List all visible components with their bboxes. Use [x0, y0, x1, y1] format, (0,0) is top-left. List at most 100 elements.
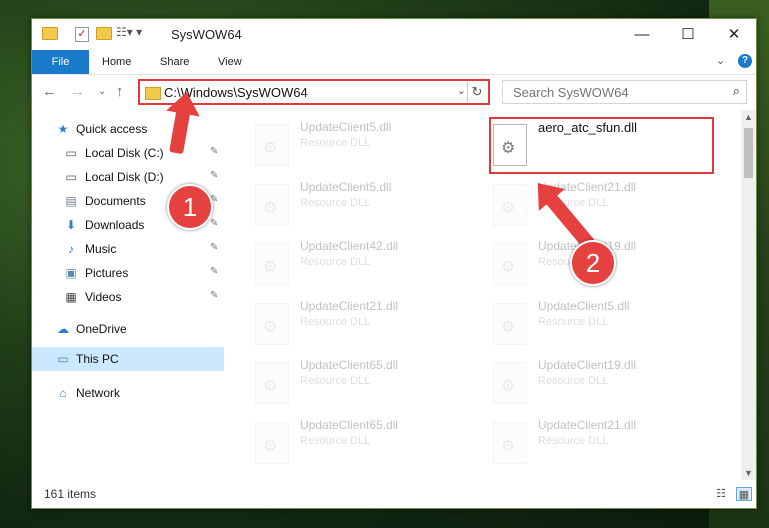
expand-ribbon-chevron-icon[interactable]: ⌄ — [716, 54, 725, 67]
sidebar-item-label: Videos — [85, 290, 122, 304]
item-count: 161 items — [44, 487, 97, 501]
file-type: Resource DLL — [538, 375, 609, 387]
dll-file-icon — [493, 124, 527, 166]
large-icons-view-icon[interactable]: ▦ — [736, 487, 752, 501]
file-name: aero_atc_sfun.dll — [538, 120, 638, 135]
network-icon: ⌂ — [59, 386, 67, 400]
sidebar-item-label: Network — [76, 386, 121, 400]
back-arrow-icon[interactable]: ← — [42, 83, 57, 100]
status-bar: 161 items ☷ ▦ — [32, 484, 756, 508]
list-item[interactable]: UpdateClient42.dll Resource DLL — [255, 239, 485, 291]
file-type: Resource DLL — [538, 435, 609, 447]
computer-icon: ▭ — [57, 352, 69, 366]
list-item[interactable]: UpdateClient5.dll Resource DLL — [493, 299, 723, 351]
folder-icon — [42, 27, 58, 40]
step-badge-2: 2 — [570, 240, 616, 286]
dll-file-icon — [255, 243, 289, 285]
sidebar-item-local-disk-c[interactable]: ▭ Local Disk (C:) ✎ — [32, 142, 224, 164]
up-arrow-icon[interactable]: ↑ — [116, 83, 124, 100]
help-icon[interactable]: ? — [738, 54, 752, 68]
file-name: UpdateClient5.dll — [300, 180, 392, 194]
maximize-button[interactable]: ☐ — [665, 19, 711, 50]
pin-icon[interactable]: ✎ — [210, 290, 218, 301]
list-item[interactable]: UpdateClient5.dll Resource DLL — [255, 120, 485, 172]
customize-toolbar-icon[interactable]: ☷▾ ▾ — [116, 25, 142, 39]
new-folder-icon[interactable] — [96, 27, 112, 40]
scroll-thumb[interactable] — [744, 128, 753, 178]
sidebar-item-music[interactable]: ♪ Music ✎ — [32, 238, 224, 260]
dll-file-icon — [493, 184, 527, 226]
documents-icon: ▤ — [65, 194, 77, 208]
sidebar-item-label: Local Disk (D:) — [85, 170, 164, 184]
window-title: SysWOW64 — [171, 27, 242, 42]
list-item-highlighted[interactable]: aero_atc_sfun.dll — [493, 120, 723, 172]
close-button[interactable]: ✕ — [711, 19, 756, 50]
step-badge-1: 1 — [167, 184, 213, 230]
sidebar-item-pictures[interactable]: ▣ Pictures ✎ — [32, 262, 224, 284]
file-name: UpdateClient65.dll — [300, 418, 399, 432]
dll-file-icon — [493, 243, 527, 285]
sidebar-item-label: Downloads — [85, 218, 145, 232]
tab-share[interactable]: Share — [160, 50, 189, 74]
list-item[interactable]: UpdateClient21.dll Resource DLL — [255, 299, 485, 351]
details-view-icon[interactable]: ☷ — [714, 487, 728, 500]
file-name: UpdateClient65.dll — [300, 358, 399, 372]
list-item[interactable]: UpdateClient5.dll Resource DLL — [255, 180, 485, 232]
file-name: UpdateClient21.dll — [538, 418, 637, 432]
list-item[interactable]: UpdateClient65.dll Resource DLL — [255, 418, 485, 470]
folder-icon — [145, 87, 161, 100]
file-name: UpdateClient5.dll — [300, 120, 392, 134]
file-explorer-window: ✓ ☷▾ ▾ SysWOW64 — ☐ ✕ File Home Share Vi… — [31, 18, 757, 509]
dll-file-icon — [255, 124, 289, 166]
title-bar: ✓ ☷▾ ▾ SysWOW64 — ☐ ✕ — [32, 19, 756, 50]
file-type: Resource DLL — [300, 256, 371, 268]
search-box[interactable]: ⌕ — [502, 80, 747, 104]
tab-view[interactable]: View — [218, 50, 242, 74]
file-name: UpdateClient5.dll — [538, 299, 630, 313]
scroll-down-icon[interactable]: ▼ — [744, 468, 753, 478]
pin-icon[interactable]: ✎ — [210, 266, 218, 277]
file-name: UpdateClient42.dll — [300, 239, 399, 253]
scroll-up-icon[interactable]: ▲ — [744, 112, 753, 122]
drive-icon: ▭ — [65, 146, 77, 160]
tab-home[interactable]: Home — [102, 50, 131, 74]
dll-file-icon — [255, 362, 289, 404]
sidebar-item-this-pc[interactable]: ▭ This PC — [32, 347, 224, 371]
cloud-icon: ☁ — [57, 322, 69, 336]
sidebar-item-videos[interactable]: ▦ Videos ✎ — [32, 286, 224, 308]
pin-icon[interactable]: ✎ — [210, 218, 218, 229]
minimize-button[interactable]: — — [619, 19, 665, 50]
sidebar-item-label: Pictures — [85, 266, 129, 280]
pin-icon[interactable]: ✎ — [210, 242, 218, 253]
ribbon: File Home Share View ⌄ ? — [32, 50, 756, 75]
list-item[interactable]: UpdateClient21.dll Resource DLL — [493, 180, 723, 232]
forward-arrow-icon[interactable]: → — [70, 83, 85, 100]
drive-icon: ▭ — [65, 170, 77, 184]
sidebar-item-quick-access[interactable]: ★ Quick access — [32, 118, 224, 140]
sidebar-item-network[interactable]: ⌂ Network — [32, 382, 224, 404]
refresh-icon[interactable]: ↻ — [467, 82, 486, 102]
list-item[interactable]: UpdateClient21.dll Resource DLL — [493, 418, 723, 470]
pin-icon[interactable]: ✎ — [210, 146, 218, 157]
sidebar-item-onedrive[interactable]: ☁ OneDrive — [32, 318, 224, 340]
sidebar-item-label: Quick access — [76, 122, 148, 136]
navigation-bar: ← → ⌄ ↑ C:\Windows\SysWOW64 ⌄ ↻ ⌕ — [32, 75, 756, 109]
sidebar-item-label: Documents — [85, 194, 146, 208]
star-icon: ★ — [57, 122, 69, 136]
list-item[interactable]: UpdateClient19.dll Resource DLL — [493, 358, 723, 410]
pin-icon[interactable]: ✎ — [210, 170, 218, 181]
list-item[interactable]: UpdateClient65.dll Resource DLL — [255, 358, 485, 410]
sidebar-item-label: OneDrive — [76, 322, 127, 336]
download-arrow-icon: ⬇ — [65, 218, 77, 232]
dll-file-icon — [255, 422, 289, 464]
tab-file[interactable]: File — [32, 50, 89, 74]
address-dropdown-chevron-icon[interactable]: ⌄ — [457, 84, 466, 97]
vertical-scrollbar[interactable]: ▲ ▼ — [741, 110, 756, 480]
recent-locations-chevron-icon[interactable]: ⌄ — [98, 86, 106, 97]
properties-check-icon[interactable]: ✓ — [75, 27, 89, 42]
file-type: Resource DLL — [300, 435, 371, 447]
sidebar-item-label: Local Disk (C:) — [85, 146, 164, 160]
sidebar-item-label: This PC — [76, 352, 119, 366]
search-input[interactable] — [511, 84, 725, 101]
file-type: Resource DLL — [300, 316, 371, 328]
